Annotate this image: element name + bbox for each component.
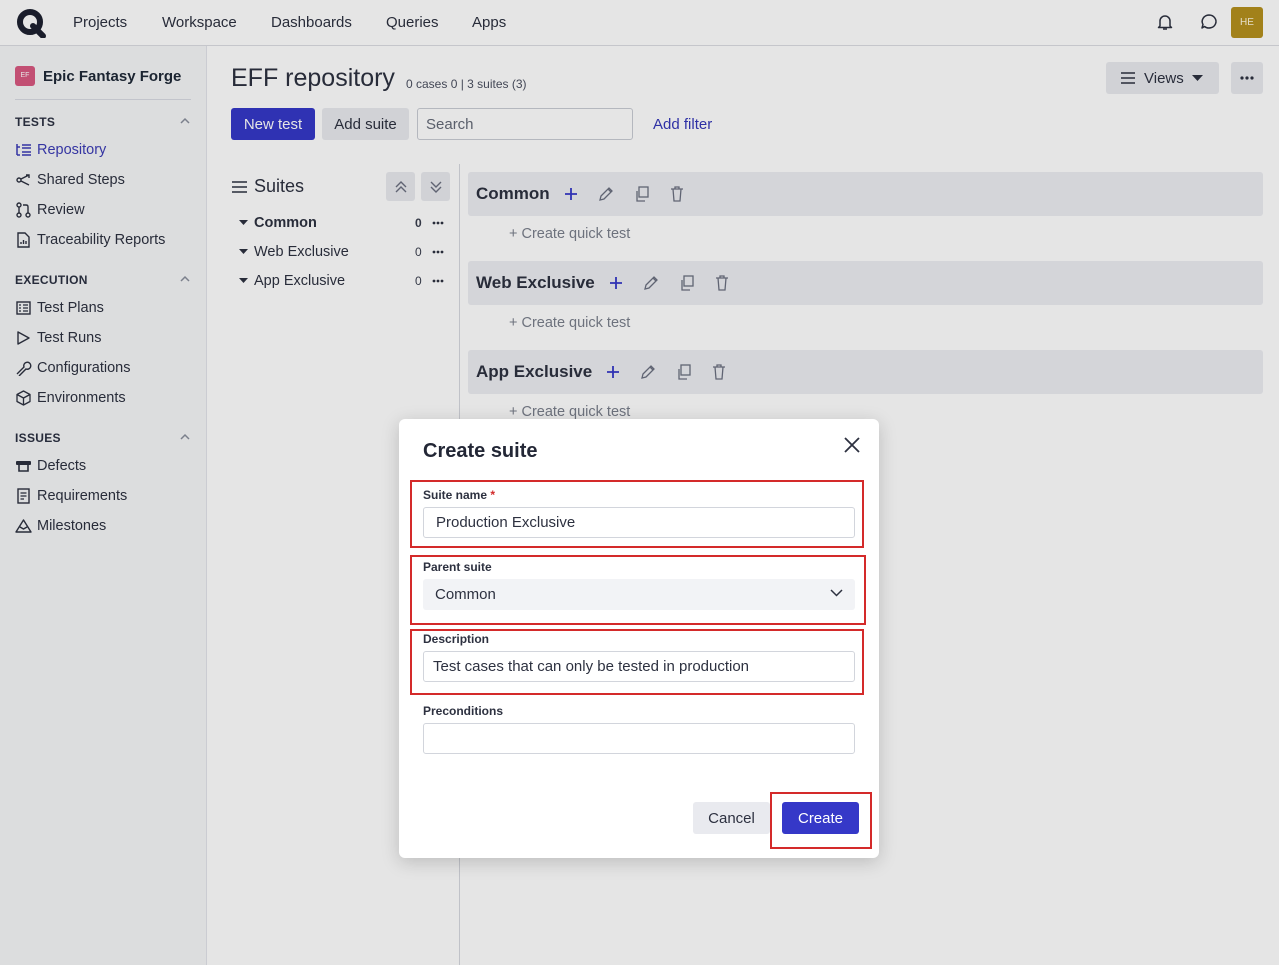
suite-name-label: Suite name * bbox=[423, 488, 495, 502]
parent-suite-value: Common bbox=[435, 586, 496, 603]
preconditions-label: Preconditions bbox=[423, 704, 504, 718]
required-mark: * bbox=[490, 488, 496, 502]
suite-name-field[interactable] bbox=[423, 507, 855, 538]
create-suite-dialog: Create suite Suite name * Parent suite C… bbox=[399, 419, 879, 858]
description-label: Description bbox=[423, 632, 490, 646]
parent-suite-label: Parent suite bbox=[423, 560, 492, 574]
suite-name-label-text: Suite name bbox=[423, 488, 488, 502]
close-icon[interactable] bbox=[842, 435, 862, 455]
preconditions-field[interactable] bbox=[423, 723, 855, 754]
dialog-title: Create suite bbox=[423, 440, 538, 462]
create-button[interactable]: Create bbox=[782, 802, 859, 834]
cancel-button[interactable]: Cancel bbox=[693, 802, 770, 834]
description-field[interactable] bbox=[423, 651, 855, 682]
parent-suite-select[interactable]: Common bbox=[423, 579, 855, 610]
chevron-down-icon bbox=[830, 589, 843, 597]
